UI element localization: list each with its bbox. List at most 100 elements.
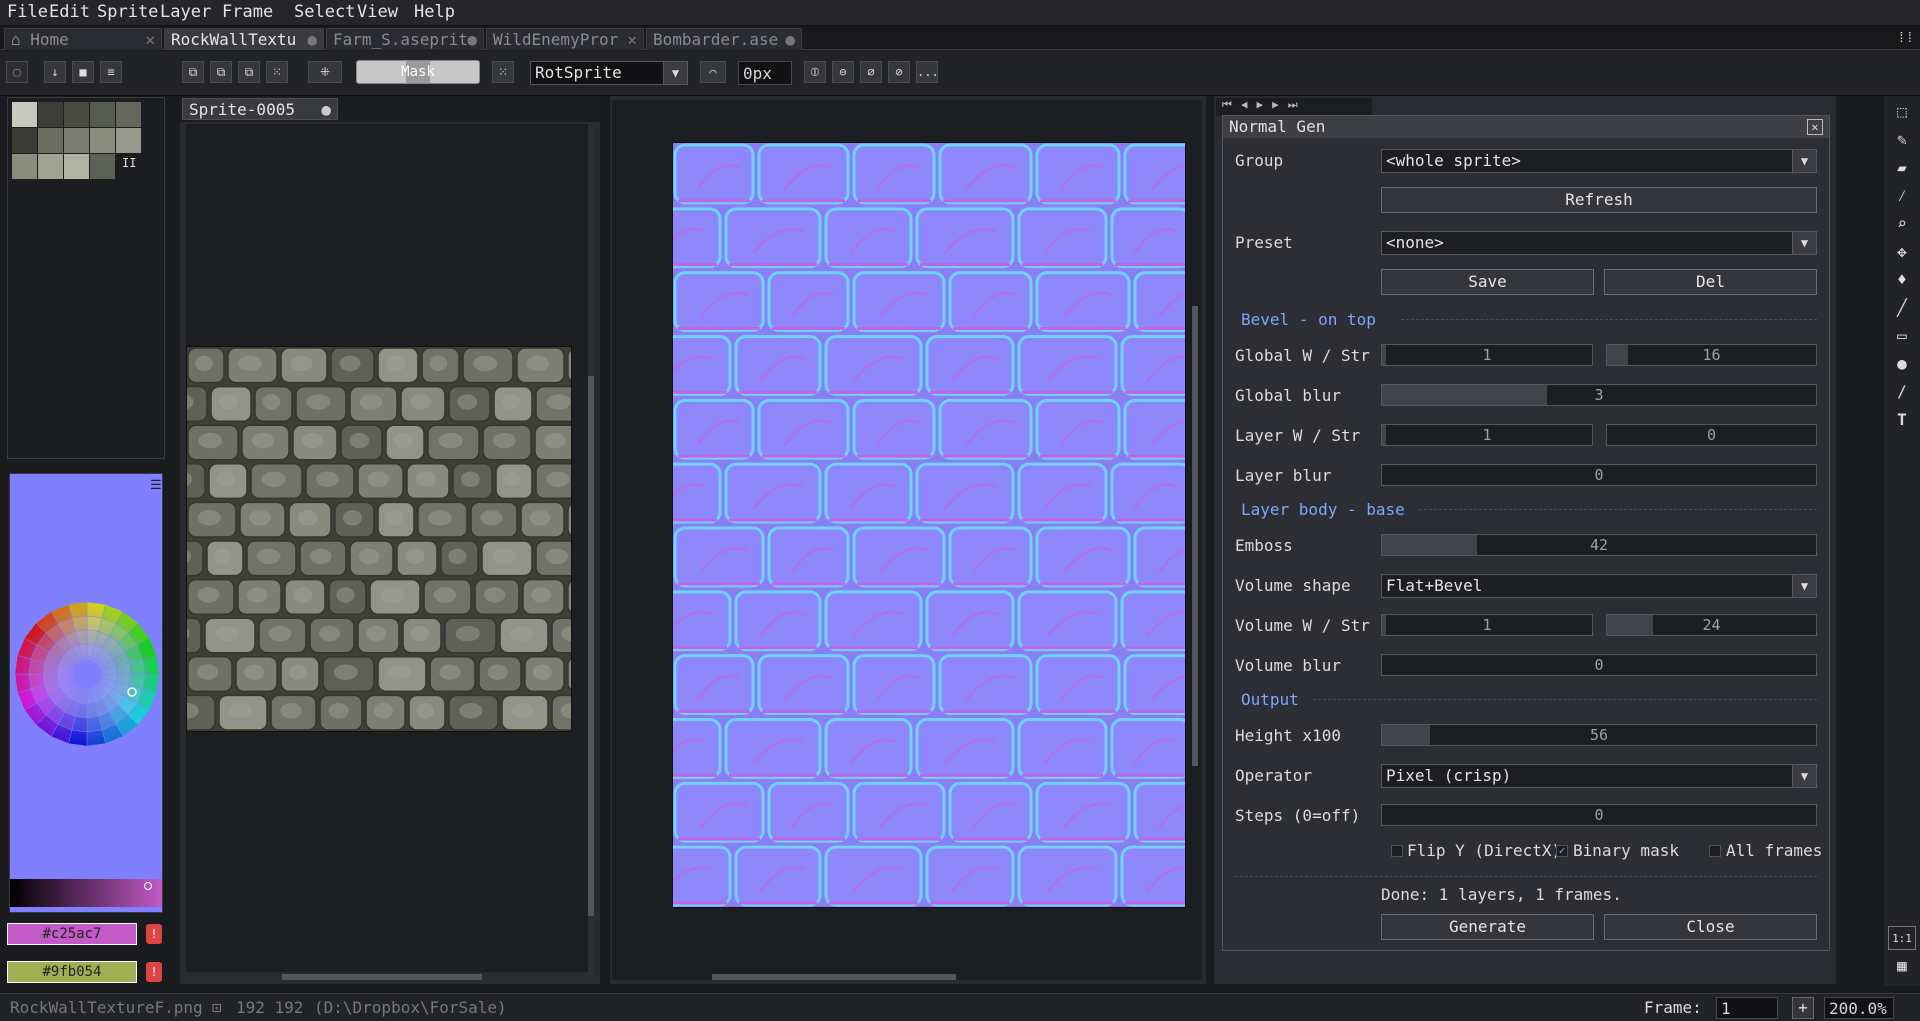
menu-help[interactable]: Help <box>414 2 455 22</box>
layer-strength-slider[interactable]: 0 <box>1606 424 1817 446</box>
editor-vscroll[interactable] <box>1192 306 1198 766</box>
pivot-icon[interactable]: ⁙ <box>492 61 514 83</box>
add-frame-button[interactable]: + <box>1792 997 1814 1019</box>
brush-icon[interactable]: ∕ <box>1888 380 1916 404</box>
zoom-field[interactable]: 200.0% <box>1824 997 1894 1019</box>
line-icon[interactable]: ╱ <box>1888 296 1916 320</box>
menu-frame[interactable]: Frame <box>222 2 273 22</box>
volume-shape-select[interactable]: Flat+Bevel ▼ <box>1381 574 1817 598</box>
tabs-menu-icon[interactable]: ⁞⁞ <box>1897 30 1914 47</box>
close-icon[interactable]: ✕ <box>1807 119 1823 135</box>
preview-hscroll[interactable] <box>282 974 482 980</box>
modified-dot-icon[interactable]: ● <box>307 30 317 49</box>
eyedropper-icon[interactable]: ⁄ <box>1888 184 1916 208</box>
menu-edit[interactable]: Edit <box>49 2 90 22</box>
flip-y-checkbox[interactable] <box>1391 845 1403 857</box>
pixel-offset-field[interactable]: 0px <box>738 61 792 85</box>
tab-wildenemy[interactable]: WildEnemyPror ✕ <box>486 28 644 50</box>
close-icon[interactable]: ✕ <box>145 30 155 49</box>
palette-menu-icon[interactable]: II <box>122 156 136 170</box>
more-button[interactable]: ... <box>916 61 939 83</box>
volume-blur-slider[interactable]: 0 <box>1381 654 1817 676</box>
menu-sprite[interactable]: Sprite <box>97 2 158 22</box>
list-icon[interactable]: ≡ <box>100 61 122 83</box>
selection-intersect-icon[interactable]: ⁙ <box>266 61 288 83</box>
rotation-algorithm-icon[interactable]: ⌒ <box>700 61 726 83</box>
preview-tab[interactable]: Sprite-0005 ● <box>182 98 338 120</box>
blur-icon[interactable]: ● <box>1888 352 1916 376</box>
no-symbol-icon[interactable]: ∅ <box>860 61 882 83</box>
menu-select[interactable]: Select <box>294 2 355 22</box>
playback-controls[interactable]: ⏮◀▶▶⏭ <box>1216 98 1372 116</box>
resize-method-select[interactable]: RotSprite ▼ <box>530 61 688 85</box>
steps-slider[interactable]: 0 <box>1381 804 1817 826</box>
emboss-slider[interactable]: 42 <box>1381 534 1817 556</box>
palette-swatches[interactable] <box>12 102 142 182</box>
volume-width-slider[interactable]: 1 <box>1381 614 1593 636</box>
rectangular-marquee-icon[interactable]: ⬚ <box>1888 100 1916 124</box>
selection-add-icon[interactable]: ⧉ <box>210 61 232 83</box>
generate-button[interactable]: Generate <box>1381 914 1594 940</box>
height-slider[interactable]: 56 <box>1381 724 1817 746</box>
refresh-button[interactable]: Refresh <box>1381 187 1817 213</box>
shade-bar[interactable] <box>10 879 162 907</box>
global-width-slider[interactable]: 1 <box>1381 344 1593 366</box>
modified-dot-icon[interactable]: ● <box>467 30 477 49</box>
grid-icon[interactable]: ▦ <box>1888 954 1916 978</box>
flip-icon[interactable]: ⦶ <box>804 61 826 83</box>
global-strength-slider[interactable]: 16 <box>1606 344 1817 366</box>
tab-home[interactable]: ⌂ Home ✕ <box>4 28 162 50</box>
selection-pixels-icon[interactable]: ⁜ <box>308 61 342 83</box>
shade-cursor[interactable] <box>144 882 152 890</box>
menu-file[interactable]: File <box>7 2 48 22</box>
layer-blur-slider[interactable]: 0 <box>1381 464 1817 486</box>
normal-map-sprite[interactable] <box>672 142 1186 908</box>
move-icon[interactable]: ✥ <box>1888 240 1916 264</box>
frame-field[interactable]: 1 <box>1716 997 1778 1019</box>
background-color[interactable]: #9fb054 <box>7 961 137 983</box>
operator-select[interactable]: Pixel (crisp) ▼ <box>1381 764 1817 788</box>
volume-strength-slider[interactable]: 24 <box>1606 614 1817 636</box>
tab-rockwall[interactable]: RockWallTextu ● <box>164 28 324 50</box>
zoom-icon[interactable]: ⌕ <box>1888 212 1916 236</box>
document-tabs: ⌂ Home ✕ RockWallTextu ● Farm_S.aseprit … <box>0 26 1920 50</box>
close-button[interactable]: Close <box>1604 914 1817 940</box>
note-icon[interactable]: ■ <box>72 61 94 83</box>
arrow-down-icon[interactable]: ↓ <box>44 61 66 83</box>
global-blur-slider[interactable]: 3 <box>1381 384 1817 406</box>
actual-size-button[interactable]: 1:1 <box>1888 926 1916 950</box>
text-tool-icon[interactable]: T <box>1888 408 1916 432</box>
preview-vscroll[interactable] <box>588 126 594 974</box>
mask-toggle[interactable]: Mask <box>356 60 480 84</box>
warning-icon[interactable]: ! <box>146 924 162 944</box>
menu-layer[interactable]: Layer <box>160 2 211 22</box>
all-frames-checkbox[interactable] <box>1709 845 1721 857</box>
eraser-icon[interactable]: ▰ <box>1888 156 1916 180</box>
delete-preset-button[interactable]: Del <box>1604 269 1817 295</box>
selection-replace-icon[interactable]: ⧉ <box>182 61 204 83</box>
cancel-icon[interactable]: ⊘ <box>888 61 910 83</box>
menu-view[interactable]: View <box>357 2 398 22</box>
color-picker-panel[interactable]: ☰ <box>9 473 163 913</box>
fill-bucket-icon[interactable]: ♦ <box>1888 268 1916 292</box>
modified-dot-icon[interactable]: ● <box>785 30 795 49</box>
color-panel-menu-icon[interactable]: ☰ <box>150 478 162 493</box>
layer-width-slider[interactable]: 1 <box>1381 424 1593 446</box>
group-select[interactable]: <whole sprite> ▼ <box>1381 149 1817 173</box>
close-icon[interactable]: ✕ <box>627 30 637 49</box>
preset-select[interactable]: <none> ▼ <box>1381 231 1817 255</box>
pencil-icon[interactable]: ✎ <box>1888 128 1916 152</box>
flip-horizontal-icon[interactable]: ⊖ <box>832 61 854 83</box>
tab-bombarder[interactable]: Bombarder.ase ● <box>646 28 802 50</box>
editor-hscroll[interactable] <box>712 974 956 980</box>
foreground-color[interactable]: #c25ac7 <box>7 923 137 945</box>
binary-mask-checkbox[interactable]: ✓ <box>1556 845 1568 857</box>
lock-icon[interactable]: ▢ <box>6 61 28 83</box>
selection-subtract-icon[interactable]: ⧉ <box>238 61 260 83</box>
color-wheel[interactable] <box>12 598 162 753</box>
rectangle-icon[interactable]: ▭ <box>1888 324 1916 348</box>
warning-icon[interactable]: ! <box>146 962 162 982</box>
rock-wall-texture[interactable] <box>186 346 572 732</box>
tab-farm[interactable]: Farm_S.aseprit ● <box>326 28 484 50</box>
save-preset-button[interactable]: Save <box>1381 269 1594 295</box>
